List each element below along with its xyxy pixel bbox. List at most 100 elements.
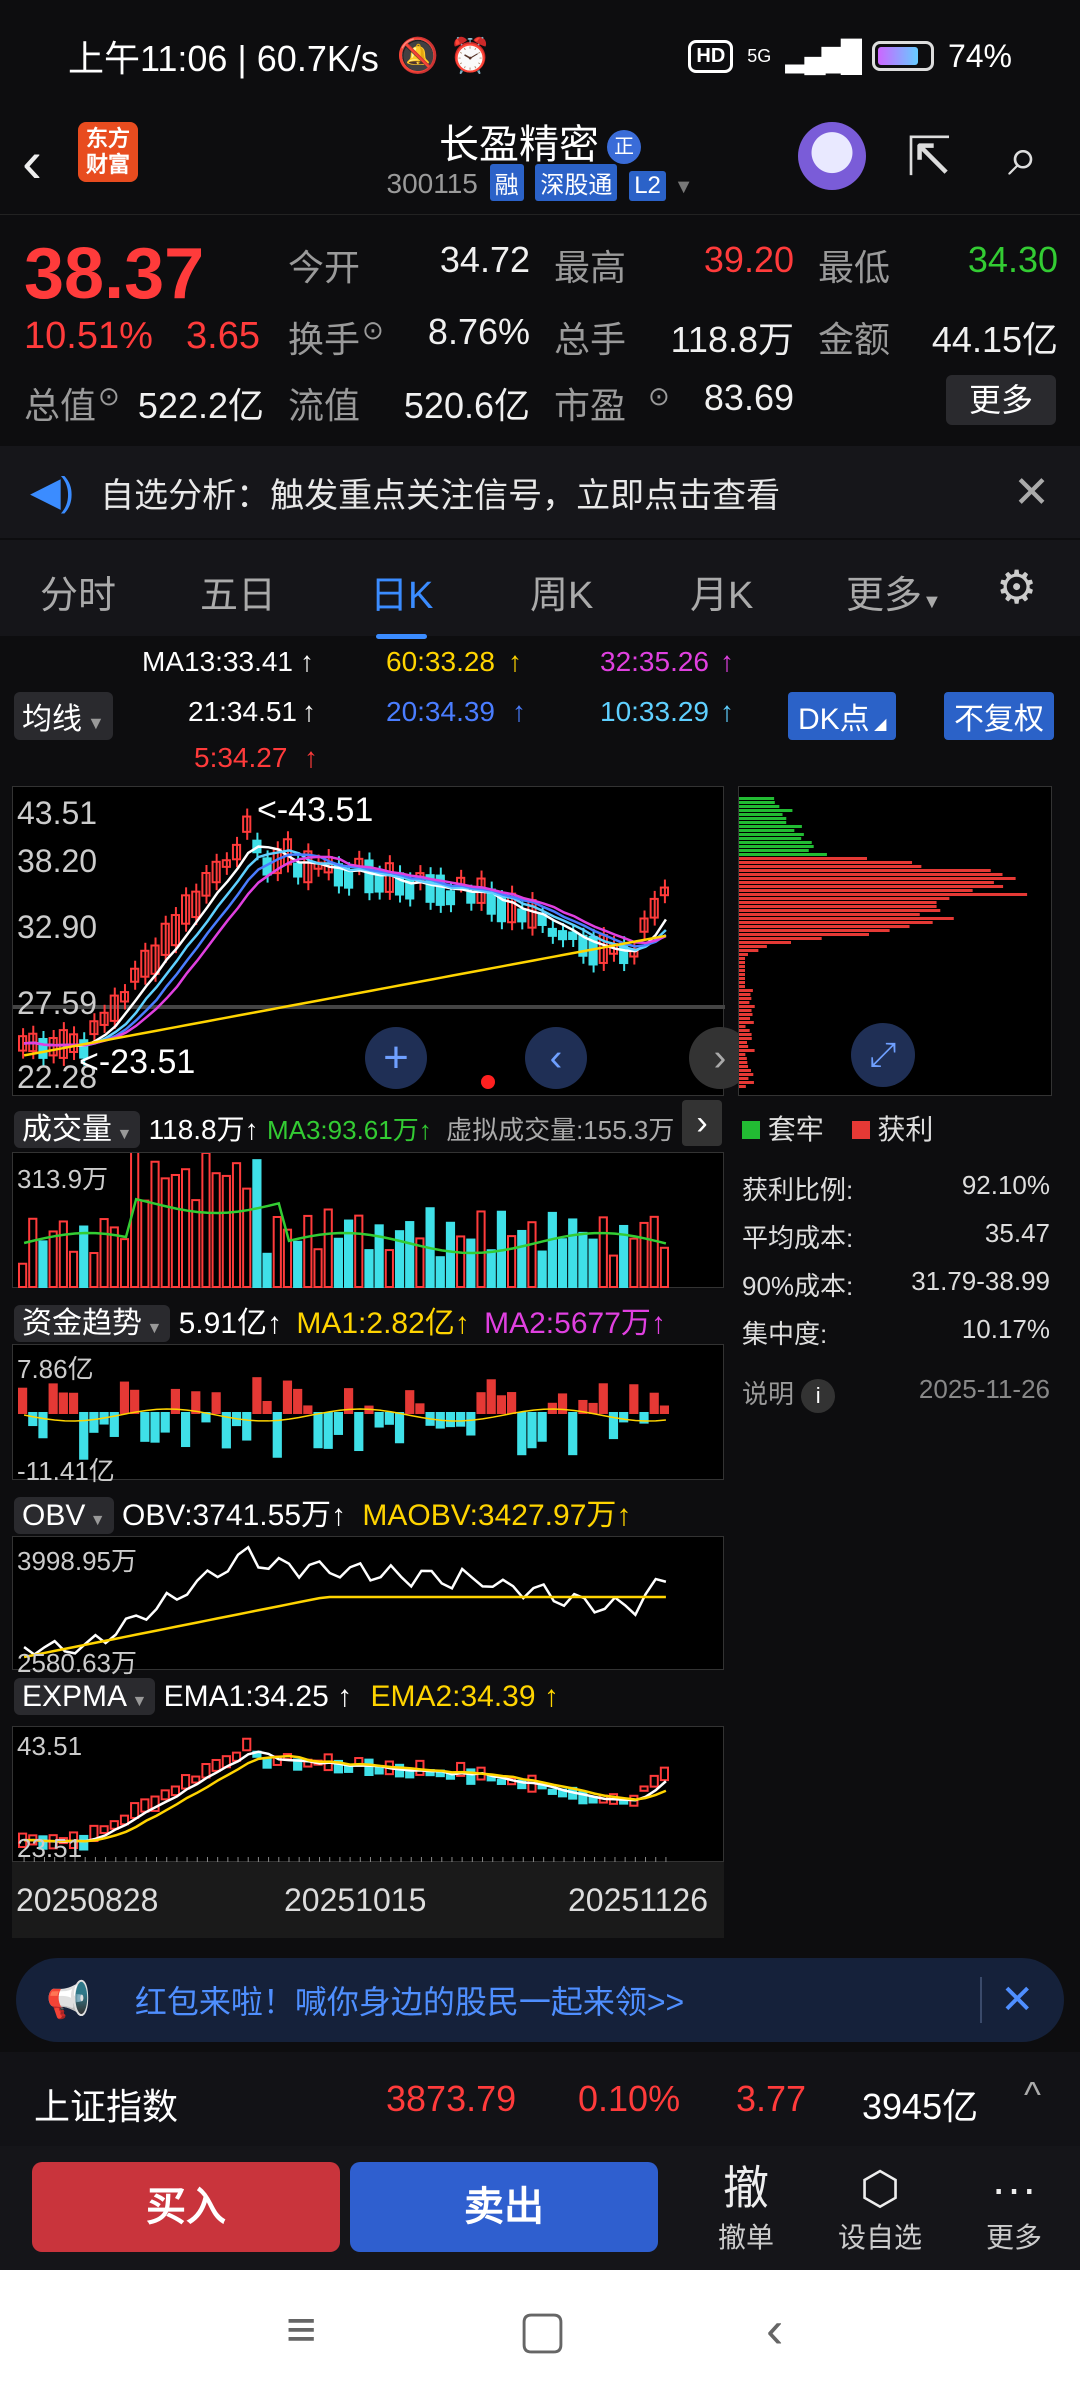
more-dots-icon: ··· [991, 2162, 1037, 2214]
tab-monthly-k[interactable]: 月K [690, 564, 753, 619]
chip-bar [739, 841, 812, 844]
info-circle-icon[interactable]: ⊙ [362, 315, 384, 346]
tab-five-day[interactable]: 五日 [200, 564, 276, 619]
ma-selector[interactable]: 均线 ▼ [14, 692, 113, 740]
zoom-in-button[interactable]: + [365, 1027, 427, 1089]
close-icon[interactable]: ✕ [980, 1977, 1034, 2023]
expand-indicators-button[interactable]: › [682, 1100, 722, 1146]
kline-chart[interactable]: 43.51 38.20 32.90 27.59 22.28 <-43.51 <-… [12, 786, 751, 1096]
index-ticker[interactable]: 上证指数 3873.79 0.10% 3.77 3945亿 ^ [0, 2052, 1080, 2146]
tab-daily-k[interactable]: 日K [370, 564, 433, 639]
dk-point-button[interactable]: DK点 ◢ [788, 692, 897, 740]
menu-icon[interactable]: ≡ [286, 2300, 316, 2360]
chevron-up-icon[interactable]: ^ [1024, 2074, 1041, 2116]
indicator-bar [201, 1153, 211, 1289]
chip-bar [739, 1009, 752, 1012]
expand-icon[interactable]: ⤢ [851, 1023, 915, 1087]
avg-cost-label: 平均成本: [742, 1223, 854, 1253]
search-icon[interactable]: ⌕ [990, 124, 1056, 190]
indicator-bar [456, 1412, 466, 1427]
indicator-bar [456, 1235, 466, 1288]
chip-bar [739, 1025, 746, 1028]
indicator-bar [313, 1412, 323, 1449]
obv-axis-label: 3998.95万 [17, 1546, 137, 1576]
red-packet-banner[interactable]: 📢 红包来啦！喊你身边的股民一起来领>> ✕ [16, 1958, 1064, 2042]
up-arrow-icon: ↑ [650, 1307, 666, 1340]
indicator-bar [384, 1412, 394, 1425]
indicator-bar [629, 1384, 639, 1414]
float-cap-label: 流值 [288, 385, 361, 426]
indicator-bar [598, 1216, 608, 1288]
sell-button[interactable]: 卖出 [350, 2162, 658, 2252]
caret-down-icon: ▼ [85, 1512, 106, 1529]
chip-bar [739, 865, 922, 868]
up-arrow-icon: ↑ [302, 696, 316, 727]
close-icon[interactable]: ✕ [1013, 467, 1050, 518]
fund-axis-label: 7.86亿 [17, 1354, 94, 1384]
indicator-bar [313, 1248, 323, 1289]
tab-intraday[interactable]: 分时 [40, 564, 116, 619]
indicator-bar [598, 1383, 608, 1415]
obv-selector[interactable]: OBV ▼ [14, 1497, 114, 1534]
date-label: 20251015 [284, 1882, 427, 1918]
fund-trend-chart[interactable]: 7.86亿 -11.41亿 [12, 1344, 724, 1486]
tab-weekly-k[interactable]: 周K [530, 564, 593, 619]
chip-bar [739, 1085, 746, 1088]
period-tabs: 分时 五日 日K 周K 月K 更多▼ ⚙ [0, 540, 1080, 639]
indicator-bar [68, 1392, 79, 1415]
page-indicator-dot [481, 1075, 495, 1089]
buy-button[interactable]: 买入 [32, 2162, 340, 2252]
analysis-notice[interactable]: ◀) 自选分析：触发重点关注信号，立即点击查看 ✕ [0, 446, 1080, 538]
expma-selector[interactable]: EXPMA ▼ [14, 1678, 156, 1715]
candle [547, 927, 557, 937]
volume-selector[interactable]: 成交量 ▼ [14, 1111, 141, 1148]
tab-more[interactable]: 更多▼ [846, 564, 942, 619]
chip-distribution-chart[interactable]: ⤢ [738, 786, 1052, 1096]
chip-bar [739, 949, 759, 952]
back-icon[interactable]: ‹ [766, 2300, 783, 2360]
chip-bar [739, 1049, 755, 1052]
price-axis-label: 27.59 [17, 985, 98, 1021]
add-watchlist-button[interactable]: ⬡ 设自选 [820, 2160, 940, 2256]
volume-chart[interactable]: 313.9万 [12, 1152, 724, 1289]
no-adjust-button[interactable]: 不复权 [944, 692, 1054, 740]
indicator-bar [354, 1214, 364, 1288]
candle [445, 890, 456, 906]
indicator-bar [38, 1412, 48, 1439]
fund-trend-selector[interactable]: 资金趋势 ▼ [14, 1305, 171, 1342]
candle [170, 1785, 180, 1797]
chip-bar [739, 913, 920, 916]
quote-panel: 38.37 10.51% 3.65 今开 34.72 最高 39.20 最低 3… [0, 214, 1080, 444]
indicator-bar [48, 1383, 58, 1414]
chip-bar [739, 1069, 751, 1072]
caret-down-icon: ▼ [82, 713, 105, 733]
candle [99, 1825, 109, 1834]
share-icon[interactable]: ⇱ [896, 124, 962, 190]
chip-bar [739, 833, 804, 836]
cost90-label: 90%成本: [742, 1271, 854, 1301]
indicator-bar [181, 1168, 191, 1288]
obv-chart[interactable]: 3998.95万 2580.63万 [12, 1536, 724, 1678]
market-cap-value: 522.2亿 [137, 385, 264, 426]
more-quote-button[interactable]: 更多 [946, 375, 1056, 425]
home-icon[interactable]: ▢ [518, 2300, 567, 2360]
fund-axis-label: -11.41亿 [17, 1456, 115, 1486]
more-actions-button[interactable]: ··· 更多 [954, 2160, 1074, 2256]
date-axis: 20250828 20251015 20251126 [12, 1862, 724, 1938]
open-value: 34.72 [439, 239, 530, 280]
scroll-left-button[interactable]: ‹ [525, 1027, 587, 1089]
indicator-bar [476, 1392, 486, 1414]
expma-chart[interactable]: 43.51 23.51 [12, 1726, 724, 1863]
chip-note[interactable]: 说明 i [742, 1374, 836, 1413]
trade-action-bar: 买入 卖出 撤撤单 ⬡ 设自选 ··· 更多 [0, 2146, 1080, 2270]
info-circle-icon[interactable]: ⊙ [648, 381, 670, 412]
cancel-order-button[interactable]: 撤撤单 [686, 2160, 806, 2256]
up-arrow-icon: ↑ [454, 1307, 470, 1340]
assistant-robot-icon[interactable] [798, 122, 866, 190]
settings-gear-icon[interactable]: ⚙ [996, 560, 1037, 614]
price-axis-label: 32.90 [17, 909, 98, 945]
indicator-bar [18, 1262, 28, 1288]
indicator-bar [547, 1211, 557, 1289]
info-circle-icon[interactable]: ⊙ [98, 381, 120, 412]
indicator-bar [303, 1214, 313, 1288]
